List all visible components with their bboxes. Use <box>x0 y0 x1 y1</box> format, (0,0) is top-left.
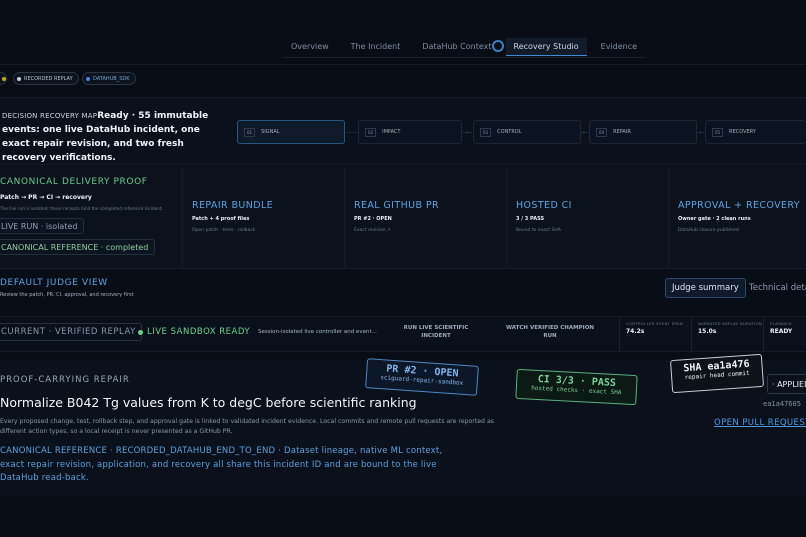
tab-overview[interactable]: Overview <box>283 38 337 55</box>
step-label: REPAIR <box>613 129 631 135</box>
metric-narrated-duration: NARRATED REPLAY DURATION 15.0s <box>691 317 763 352</box>
col-title: REPAIR BUNDLE <box>192 200 274 211</box>
step-number: 01 <box>244 127 256 137</box>
step-label: CONTROL <box>497 129 522 135</box>
col-note: Bound to exact SHA <box>516 228 561 233</box>
status-dot-icon <box>17 76 21 81</box>
step-impact[interactable]: 02 IMPACT <box>358 120 462 144</box>
run-live-incident-button[interactable]: RUN LIVE SCIENTIFIC INCIDENT <box>394 324 478 340</box>
col-sub: Owner gate · 2 clean runs <box>678 216 751 222</box>
arrow-right-icon: › <box>699 129 702 136</box>
applied-badge: · APPLIED <box>767 374 806 394</box>
recorded-replay-chip: RECORDED REPLAY <box>13 72 79 85</box>
step-control[interactable]: 03 CONTROL <box>473 120 581 144</box>
chip-label: DATAHUB_SDK <box>93 75 130 82</box>
step-recovery[interactable]: 05 RECOVERY <box>705 120 806 144</box>
ci-pass-sticker: CI 3/3 · PASS hosted checks · exact SHA <box>515 368 638 406</box>
tab-evidence[interactable]: Evidence <box>593 38 645 55</box>
live-run-pill: LIVE RUN · isolated <box>0 218 85 234</box>
canonical-reference-pill: CANONICAL REFERENCE · completed <box>0 239 156 255</box>
step-number: 02 <box>365 127 377 137</box>
tab-the-incident[interactable]: The Incident <box>343 38 409 55</box>
step-number: 05 <box>712 127 724 137</box>
pill-label: LIVE RUN · isolated <box>1 221 78 231</box>
metric-label: NARRATED REPLAY DURATION <box>698 321 763 326</box>
top-nav: Overview The Incident DataHub Context Re… <box>283 36 646 58</box>
live-dot-icon <box>138 329 143 335</box>
tab-recovery-studio[interactable]: Recovery Studio <box>505 37 587 56</box>
cursor-ring-icon <box>492 40 504 52</box>
arrow-right-icon: › <box>583 129 586 136</box>
proof-col-repair-bundle[interactable]: REPAIR BUNDLE Patch + 4 proof files Open… <box>182 166 344 269</box>
col-sub: 3 / 3 PASS <box>516 216 545 222</box>
step-repair[interactable]: 04 REPAIR <box>589 120 697 144</box>
step-number: 04 <box>596 127 608 137</box>
metric-playback: PLAYBACK READY <box>763 317 806 352</box>
metric-value: READY <box>770 328 793 335</box>
live-desc: Session-isolated live controller and eve… <box>258 329 377 335</box>
technical-details-button[interactable]: Technical details <box>743 278 806 298</box>
sha-sticker: SHA ea1a476 repair head commit <box>669 353 765 394</box>
map-label: DECISION RECOVERY MAP <box>2 112 98 120</box>
judge-subtitle: Review the patch, PR, CI, approval, and … <box>0 292 134 298</box>
arrow-right-icon: › <box>466 129 469 136</box>
chip-label: RECORDED REPLAY <box>24 75 73 82</box>
proof-title: CANONICAL DELIVERY PROOF <box>0 177 148 187</box>
col-title: HOSTED CI <box>516 200 572 211</box>
metric-label: CONTROLLER EVENT SPAN <box>626 321 683 326</box>
map-heading: DECISION RECOVERY MAPReady · 55 immutabl… <box>2 109 230 165</box>
watch-champion-run-button[interactable]: WATCH VERIFIED CHAMPION RUN <box>500 324 600 340</box>
repair-title: Normalize B042 Tg values from K to degC … <box>0 395 417 410</box>
step-number: 03 <box>480 127 492 137</box>
datahub-sdk-chip: DATAHUB_SDK <box>82 72 136 85</box>
replay-row: CURRENT · VERIFIED REPLAY LIVE SANDBOX R… <box>0 316 806 352</box>
decision-recovery-map: DECISION RECOVERY MAPReady · 55 immutabl… <box>0 97 806 165</box>
col-sub: PR #2 · OPEN <box>354 216 392 222</box>
col-note[interactable]: Open patch · tests · rollback <box>192 228 255 233</box>
canonical-delivery-proof: CANONICAL DELIVERY PROOF Patch → PR → CI… <box>0 166 806 269</box>
col-title: REAL GITHUB PR <box>354 200 439 211</box>
proof-note: The live run is isolated; these receipts… <box>0 206 163 211</box>
col-note: DataHub closure published <box>678 228 739 233</box>
open-pull-request-link[interactable]: OPEN PULL REQUEST <box>714 418 806 428</box>
proof-col-real-github-pr[interactable]: REAL GITHUB PR PR #2 · OPEN Exact revisi… <box>344 166 506 269</box>
step-label: SIGNAL <box>261 129 280 135</box>
metric-value: 15.0s <box>698 328 717 335</box>
col-note[interactable]: Exact revision ↗ <box>354 228 391 233</box>
pill-label: CURRENT · VERIFIED REPLAY <box>1 327 136 337</box>
status-dot-icon <box>86 76 90 81</box>
tab-datahub-context[interactable]: DataHub Context <box>414 38 499 55</box>
status-chip <box>0 72 7 85</box>
connector <box>346 132 358 133</box>
divider <box>0 64 806 65</box>
pill-label: CANONICAL REFERENCE · completed <box>1 242 149 252</box>
repair-kicker: PROOF-CARRYING REPAIR <box>0 375 130 385</box>
status-dot-icon <box>2 76 6 81</box>
metric-label: PLAYBACK <box>770 321 792 326</box>
live-sandbox-status: LIVE SANDBOX READY <box>138 327 250 337</box>
step-label: RECOVERY <box>729 129 756 135</box>
canonical-reference-text: CANONICAL REFERENCE · RECORDED_DATAHUB_E… <box>0 446 443 483</box>
metric-controller-span: CONTROLLER EVENT SPAN 74.2s <box>619 317 693 352</box>
live-label: LIVE SANDBOX READY <box>147 327 251 337</box>
proof-flow: Patch → PR → CI → recovery <box>0 194 92 201</box>
judge-summary-button[interactable]: Judge summary <box>665 278 746 298</box>
col-title: APPROVAL + RECOVERY <box>678 200 800 211</box>
col-sub: Patch + 4 proof files <box>192 216 250 222</box>
current-replay-pill[interactable]: CURRENT · VERIFIED REPLAY <box>0 323 142 341</box>
proof-col-hosted-ci[interactable]: HOSTED CI 3 / 3 PASS Bound to exact SHA <box>506 166 668 269</box>
repair-description: Every proposed change, test, rollback st… <box>0 418 494 435</box>
step-label: IMPACT <box>382 129 401 135</box>
full-sha: ea1a47605 <box>763 400 801 408</box>
step-signal[interactable]: 01 SIGNAL <box>237 120 345 144</box>
proof-col-approval-recovery[interactable]: APPROVAL + RECOVERY Owner gate · 2 clean… <box>668 166 806 269</box>
judge-title: DEFAULT JUDGE VIEW <box>0 278 108 288</box>
metric-value: 74.2s <box>626 328 645 335</box>
